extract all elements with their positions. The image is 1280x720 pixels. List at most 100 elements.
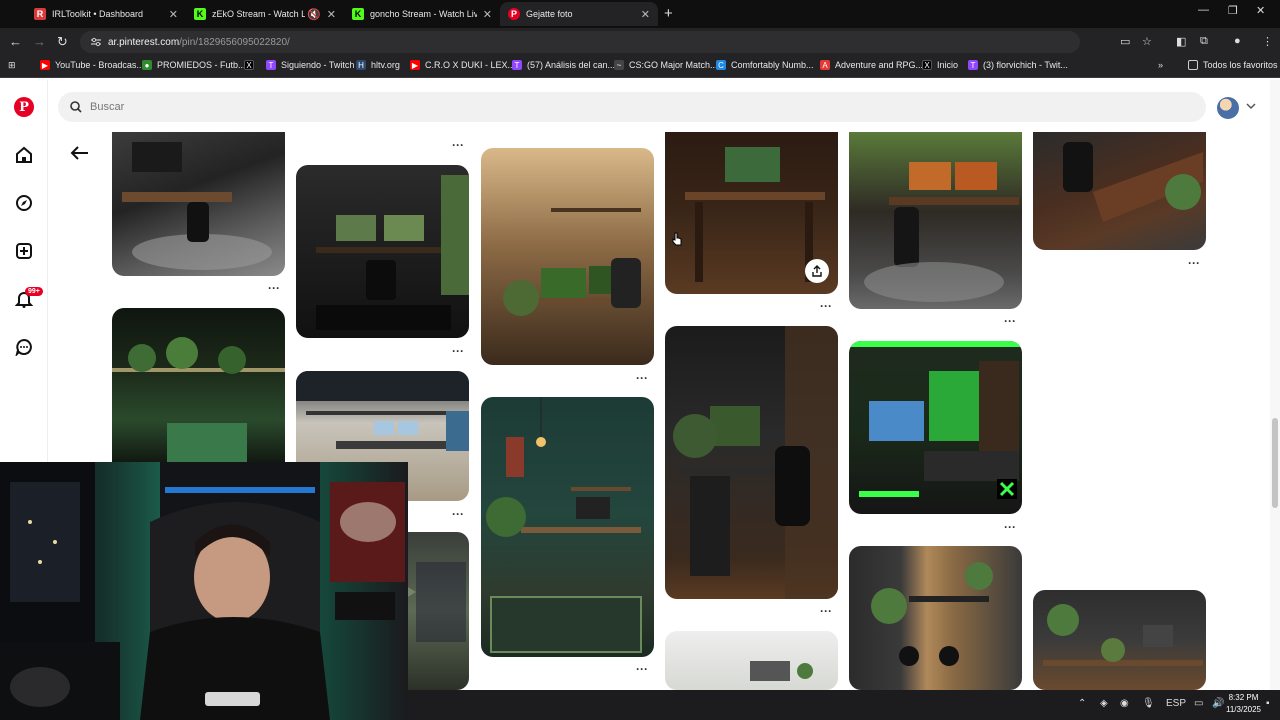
more-options-icon[interactable]: ··· — [636, 371, 648, 385]
back-arrow-icon[interactable]: ← — [9, 34, 22, 49]
close-icon[interactable]: ✕ — [641, 8, 650, 21]
more-options-icon[interactable]: ··· — [452, 138, 464, 152]
steam-icon[interactable]: ◉ — [1120, 698, 1129, 709]
bookmark-adventure-rpg[interactable]: A Adventure and RPG... — [820, 60, 923, 70]
close-icon[interactable]: ✕ — [483, 8, 492, 21]
share-button[interactable] — [805, 259, 829, 283]
more-options-icon[interactable]: ··· — [1004, 520, 1016, 534]
bookmark-promiedos[interactable]: ● PROMIEDOS - Futb... — [142, 60, 246, 70]
more-options-icon[interactable]: ··· — [452, 344, 464, 358]
reload-icon[interactable]: ↻ — [57, 34, 68, 50]
more-options-icon[interactable]: ··· — [820, 604, 832, 618]
pin-image[interactable] — [665, 631, 838, 690]
chevron-down-icon[interactable] — [1246, 102, 1256, 110]
pinterest-logo-icon[interactable]: P — [14, 97, 34, 117]
more-options-icon[interactable]: ··· — [268, 281, 280, 295]
scrollbar-thumb[interactable] — [1272, 418, 1278, 508]
pin-image[interactable] — [849, 546, 1022, 690]
more-options-icon[interactable]: ··· — [636, 662, 648, 676]
more-bookmarks-icon[interactable]: » — [1158, 60, 1163, 70]
puzzle-icon[interactable]: ⧉ — [1200, 35, 1208, 48]
restore-icon[interactable]: ❐ — [1228, 4, 1238, 17]
bookmark-label: (3) florvichich - Twit... — [983, 60, 1068, 70]
pin-image[interactable] — [112, 132, 285, 276]
bookmark-analisis[interactable]: T (57) Análisis del can... — [512, 60, 615, 70]
minimize-icon[interactable]: — — [1198, 4, 1209, 16]
profile-icon[interactable]: ● — [1234, 35, 1241, 47]
extension-icon[interactable]: ◧ — [1176, 35, 1186, 48]
kick-icon: K — [352, 8, 364, 20]
taskbar: ⌃ ◈ ◉ 🎙 ESP ▭ 🔊 ▪ — [408, 690, 1280, 720]
bookmark-youtube[interactable]: ▶ YouTube - Broadcas... — [40, 60, 144, 70]
network-icon[interactable]: ▭ — [1194, 698, 1203, 709]
bookmark-label: C.R.O X DUKI - LEX... — [425, 60, 516, 70]
close-window-icon[interactable]: ✕ — [1256, 4, 1265, 17]
star-icon[interactable]: ☆ — [1142, 35, 1152, 48]
bookmark-twitch-following[interactable]: T Siguiendo - Twitch — [266, 60, 354, 70]
bookmark-cro-duki[interactable]: ▶ C.R.O X DUKI - LEX... — [410, 60, 515, 70]
search-bar[interactable] — [58, 92, 1206, 122]
pin-image[interactable] — [481, 148, 654, 365]
pin-image[interactable] — [665, 326, 838, 599]
cast-icon[interactable]: ▭ — [1120, 35, 1130, 48]
more-options-icon[interactable]: ··· — [820, 299, 832, 313]
more-options-icon[interactable]: ··· — [1004, 314, 1016, 328]
bookmark-inicio[interactable]: X Inicio — [922, 60, 958, 70]
bookmark-site-icon: C — [716, 60, 726, 70]
x-icon: X — [244, 60, 254, 70]
kick-icon: K — [194, 8, 206, 20]
menu-icon[interactable]: ⋮ — [1262, 35, 1273, 48]
home-icon[interactable] — [14, 145, 34, 165]
volume-icon[interactable]: 🔊 — [1212, 698, 1224, 709]
all-bookmarks-folder[interactable]: Todos los favoritos — [1188, 60, 1278, 70]
close-icon[interactable]: ✕ — [327, 8, 336, 21]
promiedos-icon: ● — [142, 60, 152, 70]
folder-icon — [1188, 60, 1198, 70]
pin-image[interactable] — [1033, 132, 1206, 250]
close-icon[interactable]: ✕ — [169, 8, 178, 21]
mute-icon[interactable]: 🔇 — [307, 8, 321, 21]
notifications-icon[interactable]: ▪ — [1266, 698, 1270, 709]
apps-icon[interactable]: ⊞ — [8, 60, 16, 71]
back-arrow-icon[interactable] — [70, 146, 90, 160]
room-photo — [503, 208, 646, 316]
pin-image[interactable] — [1033, 590, 1206, 690]
bookmark-hltv[interactable]: H hltv.org — [356, 60, 400, 70]
bookmark-x[interactable]: X — [244, 60, 259, 70]
explore-icon[interactable] — [14, 193, 34, 213]
url-path: /pin/1829656095022820/ — [179, 36, 290, 48]
tab-title: zEkO Stream - Watch Live o — [212, 9, 306, 19]
pin-image[interactable] — [849, 132, 1022, 309]
system-clock[interactable]: 8:32 PM 11/3/2025 — [1226, 692, 1261, 716]
language-indicator[interactable]: ESP — [1166, 698, 1186, 709]
bookmark-csgo-major[interactable]: ~ CS:GO Major Match... — [614, 60, 718, 70]
search-input[interactable] — [90, 101, 490, 113]
forward-arrow-icon[interactable]: → — [33, 34, 46, 49]
pin-image[interactable] — [849, 341, 1022, 514]
more-options-icon[interactable]: ··· — [1188, 256, 1200, 270]
new-tab-icon[interactable]: + — [664, 5, 673, 22]
tab-pinterest[interactable]: P Gejatte foto ✕ — [500, 2, 658, 26]
bookmark-comfortably-numb[interactable]: C Comfortably Numb... — [716, 60, 814, 70]
microphone-icon[interactable]: 🎙 — [1142, 698, 1155, 709]
create-icon[interactable] — [14, 241, 34, 261]
messages-icon[interactable] — [14, 337, 34, 357]
tab-goncho-stream[interactable]: K goncho Stream - Watch Live or ✕ — [344, 2, 500, 26]
site-info-icon[interactable] — [90, 37, 102, 47]
pin-image[interactable] — [296, 165, 469, 338]
bookmark-label: (57) Análisis del can... — [527, 60, 616, 70]
x-icon: X — [922, 60, 932, 70]
tray-app-icon[interactable]: ◈ — [1100, 698, 1108, 709]
avatar[interactable] — [1217, 97, 1239, 119]
pin-image[interactable] — [481, 397, 654, 657]
bookmark-florvichich[interactable]: T (3) florvichich - Twit... — [968, 60, 1068, 70]
tray-chevron-icon[interactable]: ⌃ — [1078, 698, 1086, 709]
pin-image[interactable] — [112, 308, 285, 468]
tab-irltoolkit[interactable]: R IRLToolkit • Dashboard ✕ — [26, 2, 186, 26]
tab-zeko-stream[interactable]: K zEkO Stream - Watch Live o 🔇 ✕ — [186, 2, 344, 26]
youtube-icon: ▶ — [410, 60, 420, 70]
page-scrollbar[interactable] — [1270, 80, 1280, 690]
room-photo — [673, 326, 838, 599]
address-bar[interactable]: ar.pinterest.com/pin/1829656095022820/ — [80, 31, 1080, 53]
more-options-icon[interactable]: ··· — [452, 507, 464, 521]
